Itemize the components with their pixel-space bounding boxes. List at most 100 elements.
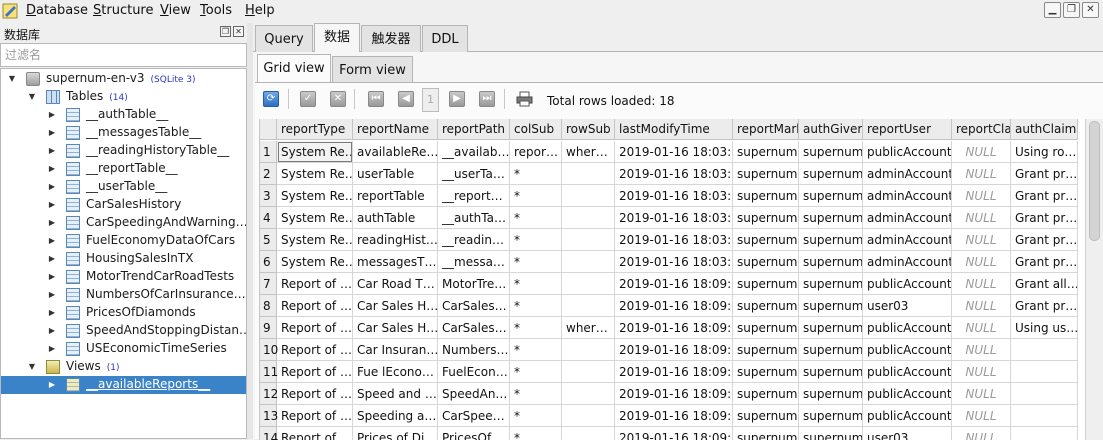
table-cell[interactable] — [562, 339, 615, 361]
table-cell[interactable]: * — [510, 185, 562, 207]
vertical-scrollbar[interactable] — [1085, 119, 1103, 440]
tree-item-table[interactable]: ▶ __messagesTable__ — [1, 124, 246, 142]
table-cell[interactable]: NULL — [952, 251, 1011, 273]
table-cell[interactable]: 2019-01-16 18:09:09 — [615, 383, 733, 405]
table-cell[interactable]: supernum — [733, 427, 799, 440]
table-cell[interactable]: Grant pr… — [1011, 207, 1078, 229]
table-cell[interactable] — [562, 295, 615, 317]
row-number[interactable]: 8 — [260, 295, 277, 317]
table-cell[interactable]: supernum — [799, 405, 863, 427]
table-cell[interactable]: supernum — [799, 163, 863, 185]
table-cell[interactable]: Fue lEcono… — [353, 361, 438, 383]
column-header[interactable]: rowSub — [562, 119, 615, 140]
table-cell[interactable]: NULL — [952, 427, 1011, 440]
table-cell[interactable] — [562, 273, 615, 295]
table-cell[interactable]: MotorTre… — [438, 273, 510, 295]
table-cell[interactable]: user03 — [863, 427, 952, 440]
tree-item-table[interactable]: ▶ __readingHistoryTable__ — [1, 142, 246, 160]
commit-icon[interactable]: ✓ — [300, 91, 316, 107]
table-cell[interactable]: __userTa… — [438, 163, 510, 185]
table-cell[interactable]: 2019-01-16 18:09:09 — [615, 405, 733, 427]
menu-database[interactable]: Database — [26, 3, 88, 18]
table-cell[interactable]: System Re… — [277, 163, 353, 185]
table-cell[interactable]: System Re… — [277, 207, 353, 229]
table-cell[interactable]: Speeding a… — [353, 405, 438, 427]
table-cell[interactable]: supernum — [733, 405, 799, 427]
tab-triggers[interactable]: 触发器 — [361, 25, 421, 52]
tab-grid-view[interactable]: Grid view — [257, 54, 331, 82]
table-cell[interactable]: CarSales… — [438, 317, 510, 339]
table-cell[interactable]: 2019-01-16 18:09:09 — [615, 361, 733, 383]
menu-structure[interactable]: Structure — [93, 3, 154, 18]
table-cell[interactable]: 2019-01-16 18:09:09 — [615, 295, 733, 317]
column-header[interactable]: authGiver — [799, 119, 863, 140]
collapsed-arrow-icon[interactable]: ▶ — [47, 340, 57, 358]
table-cell[interactable]: Report of … — [277, 427, 353, 440]
table-cell[interactable]: NULL — [952, 317, 1011, 339]
table-cell[interactable]: * — [510, 317, 562, 339]
column-header[interactable]: reportPath — [438, 119, 510, 140]
collapsed-arrow-icon[interactable]: ▶ — [47, 250, 57, 268]
table-cell[interactable] — [562, 361, 615, 383]
table-cell[interactable]: publicAccount — [863, 317, 952, 339]
table-cell[interactable]: 2019-01-16 18:09:09 — [615, 339, 733, 361]
table-cell[interactable]: Using us… — [1011, 317, 1078, 339]
tree-item-table[interactable]: ▶ CarSalesHistory — [1, 196, 246, 214]
table-cell[interactable]: publicAccount — [863, 361, 952, 383]
table-cell[interactable]: * — [510, 339, 562, 361]
table-cell[interactable]: Speed and … — [353, 383, 438, 405]
table-cell[interactable] — [562, 185, 615, 207]
collapsed-arrow-icon[interactable]: ▶ — [47, 304, 57, 322]
table-cell[interactable]: supernum — [799, 295, 863, 317]
expanded-arrow-icon[interactable]: ▼ — [7, 70, 17, 88]
column-header[interactable]: authClaim — [1011, 119, 1078, 140]
table-cell[interactable]: wher… — [562, 141, 615, 163]
restore-icon[interactable]: ❐ — [1063, 2, 1080, 18]
table-cell[interactable]: Car Road T… — [353, 273, 438, 295]
table-cell[interactable]: Report of … — [277, 317, 353, 339]
table-cell[interactable]: supernum — [799, 141, 863, 163]
row-number[interactable]: 12 — [260, 383, 278, 405]
table-cell[interactable]: * — [510, 251, 562, 273]
table-cell[interactable]: adminAccount — [863, 229, 952, 251]
table-cell[interactable]: NULL — [952, 185, 1011, 207]
table-cell[interactable]: Using ro… — [1011, 141, 1078, 163]
tree-item-table[interactable]: ▶ __reportTable__ — [1, 160, 246, 178]
tree-item-table[interactable]: ▶ CarSpeedingAndWarning… — [1, 214, 246, 232]
table-cell[interactable]: adminAccount — [863, 251, 952, 273]
table-cell[interactable] — [562, 405, 615, 427]
table-cell[interactable]: * — [510, 207, 562, 229]
tree-item-table[interactable]: ▶ __authTable__ — [1, 106, 246, 124]
table-cell[interactable]: CarSpee… — [438, 405, 510, 427]
menu-view[interactable]: View — [160, 3, 191, 18]
filter-input[interactable] — [0, 43, 247, 67]
table-cell[interactable]: NULL — [952, 273, 1011, 295]
table-cell[interactable]: supernum — [799, 229, 863, 251]
table-cell[interactable]: Car Sales H… — [353, 295, 438, 317]
expanded-arrow-icon[interactable]: ▼ — [27, 358, 37, 376]
table-cell[interactable]: * — [510, 229, 562, 251]
table-cell[interactable]: Grant pr… — [1011, 185, 1078, 207]
print-icon[interactable] — [516, 91, 533, 107]
refresh-icon[interactable]: ⟳ — [263, 91, 279, 107]
table-cell[interactable]: publicAccount — [863, 383, 952, 405]
close-icon[interactable]: ✕ — [1082, 2, 1099, 18]
column-header[interactable]: reportUser — [863, 119, 952, 140]
table-cell[interactable]: publicAccount — [863, 339, 952, 361]
tree-item-table[interactable]: ▶ SpeedAndStoppingDistan… — [1, 322, 246, 340]
table-cell[interactable]: Report of … — [277, 339, 353, 361]
table-cell[interactable]: user03 — [863, 295, 952, 317]
table-cell[interactable]: * — [510, 383, 562, 405]
table-cell[interactable]: adminAccount — [863, 163, 952, 185]
table-cell[interactable]: __authTa… — [438, 207, 510, 229]
table-cell[interactable]: Report of … — [277, 405, 353, 427]
table-cell[interactable]: Car Sales H… — [353, 317, 438, 339]
table-cell[interactable]: supernum — [799, 361, 863, 383]
collapsed-arrow-icon[interactable]: ▶ — [47, 268, 57, 286]
tree-item-views[interactable]: ▼ Views (1) — [1, 358, 246, 376]
table-cell[interactable]: 2019-01-16 18:09:09 — [615, 317, 733, 339]
row-number[interactable]: 10 — [260, 339, 278, 361]
row-number[interactable]: 13 — [260, 405, 278, 427]
table-cell[interactable]: 2019-01-16 18:03:30 — [615, 207, 733, 229]
table-cell[interactable]: * — [510, 361, 562, 383]
